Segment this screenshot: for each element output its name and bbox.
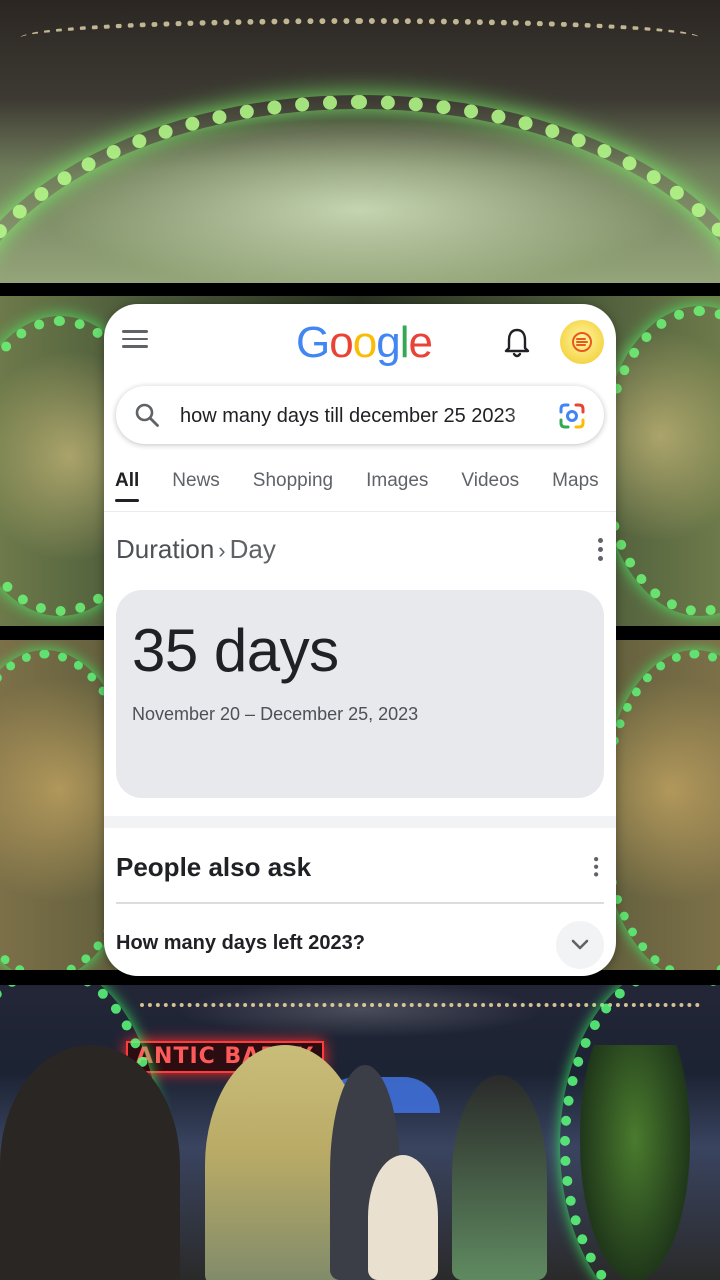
breadcrumb-separator: ›	[218, 538, 226, 563]
person-with-backpack	[452, 1075, 547, 1280]
expand-question-button[interactable]	[556, 921, 604, 969]
duration-result-card: 35 days November 20 – December 25, 2023	[116, 590, 604, 798]
bell-icon[interactable]	[502, 326, 532, 360]
background-photo-bottom: ANTIC BABOY	[0, 985, 720, 1280]
profile-avatar[interactable]	[560, 320, 604, 364]
tab-all[interactable]: All	[115, 456, 140, 511]
tab-images[interactable]: Images	[366, 456, 428, 511]
more-options-icon[interactable]	[598, 538, 604, 562]
green-light-arch	[0, 95, 720, 283]
search-input[interactable]: how many days till december 25 2023	[180, 403, 538, 429]
background-photo-top	[0, 0, 720, 283]
divider	[116, 902, 604, 904]
hamburger-menu-icon[interactable]	[122, 330, 148, 350]
more-options-icon[interactable]	[594, 857, 599, 877]
child-silhouette	[368, 1155, 438, 1280]
google-logo[interactable]: Google	[296, 318, 433, 368]
tab-shopping[interactable]: Shopping	[253, 456, 333, 511]
tab-maps[interactable]: Maps	[552, 456, 598, 511]
date-range: November 20 – December 25, 2023	[132, 704, 419, 724]
tab-videos[interactable]: Videos	[461, 456, 519, 511]
section-separator	[104, 816, 616, 828]
potted-plant	[580, 1045, 690, 1280]
search-bar[interactable]: how many days till december 25 2023	[116, 386, 604, 444]
collage-divider	[0, 283, 720, 296]
breadcrumb-category[interactable]: Duration	[116, 534, 214, 564]
search-text-fade	[508, 398, 542, 432]
search-tabs: All News Shopping Images Videos Maps	[104, 456, 616, 512]
people-also-ask-title: People also ask	[116, 852, 312, 882]
top-app-bar: Google	[104, 304, 616, 382]
people-also-ask-question[interactable]: How many days left 2023?	[116, 932, 365, 955]
tab-news[interactable]: News	[172, 456, 220, 511]
breadcrumb-unit[interactable]: Day	[230, 534, 276, 564]
green-light-ring-right	[600, 306, 720, 616]
chevron-down-icon	[571, 939, 589, 950]
unit-breadcrumb: Duration › Day	[116, 534, 276, 565]
google-lens-icon[interactable]	[558, 402, 586, 430]
carousel-lights	[20, 18, 700, 58]
green-light-ring-right	[600, 650, 720, 970]
search-results-screenshot: Google how many days till december 25 20…	[104, 304, 616, 976]
person-silhouette	[0, 1045, 180, 1280]
search-icon	[134, 402, 160, 428]
duration-value: 35 days	[132, 617, 339, 684]
